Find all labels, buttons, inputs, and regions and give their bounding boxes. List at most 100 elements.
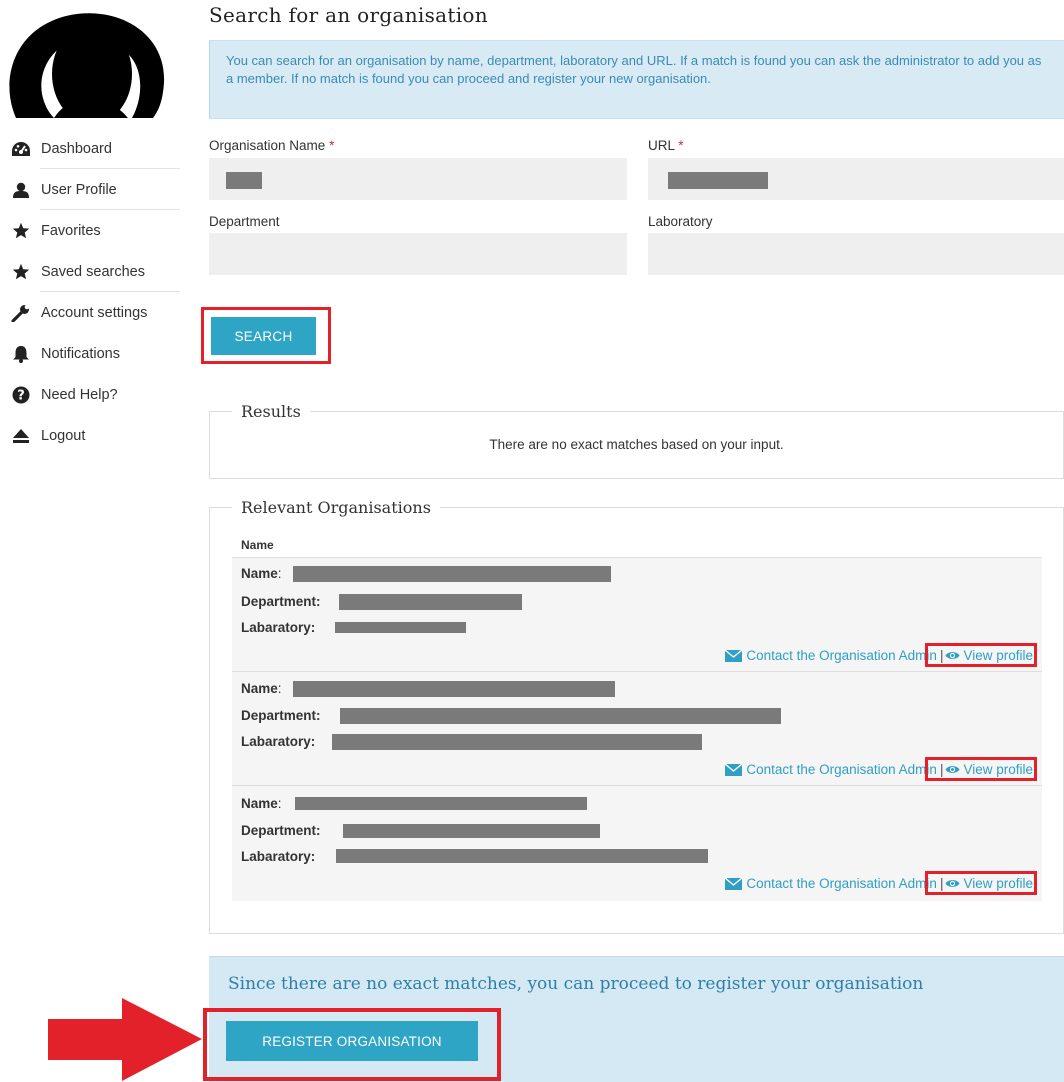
laboratory-field-label: Labaratory: (241, 849, 316, 864)
sidebar-item-dashboard[interactable]: Dashboard (0, 128, 180, 169)
org-department-field: Department: (241, 823, 321, 838)
redacted-value (335, 622, 466, 633)
sidebar-nav: Dashboard User Profile Favorites Saved s… (0, 128, 180, 456)
envelope-icon (725, 877, 743, 890)
view-profile-label: View profile (963, 648, 1033, 663)
bell-icon (11, 345, 31, 363)
laboratory-field-label: Labaratory: (241, 734, 316, 749)
user-icon (11, 181, 31, 199)
redacted-value (295, 797, 587, 810)
sidebar-item-label: Dashboard (41, 140, 112, 157)
view-profile-link[interactable]: View profile (945, 648, 1033, 663)
page-title: Search for an organisation (209, 3, 488, 27)
department-field-label: Department: (241, 823, 321, 838)
laboratory-label: Laboratory (648, 214, 713, 229)
star-icon (11, 222, 31, 240)
sidebar-item-logout[interactable]: Logout (0, 415, 180, 456)
avatar (6, 12, 170, 118)
org-name-label-text: Organisation Name (209, 138, 326, 153)
view-profile-link[interactable]: View profile (945, 876, 1033, 891)
eject-icon (11, 427, 31, 445)
org-department-field: Department: (241, 594, 321, 609)
sidebar-item-notifications[interactable]: Notifications (0, 333, 180, 374)
redacted-value (339, 594, 522, 610)
sidebar-item-label: Favorites (41, 222, 101, 239)
row-actions: Contact the Organisation Admin | View pr… (725, 876, 1033, 891)
organisation-row: Name: Department: Labaratory: Contact th… (232, 557, 1042, 672)
url-input[interactable] (648, 158, 1064, 200)
results-legend: Results (241, 402, 301, 421)
required-mark: * (329, 138, 335, 153)
view-profile-label: View profile (963, 762, 1033, 777)
contact-admin-label: Contact the Organisation Admin (746, 876, 937, 891)
name-field-label: Name (241, 566, 278, 581)
search-button[interactable]: SEARCH (211, 317, 316, 355)
department-label: Department (209, 214, 280, 229)
row-actions: Contact the Organisation Admin | View pr… (725, 762, 1033, 777)
contact-admin-link[interactable]: Contact the Organisation Admin (725, 648, 937, 663)
contact-admin-link[interactable]: Contact the Organisation Admin (725, 876, 937, 891)
register-organisation-button[interactable]: REGISTER ORGANISATION (226, 1021, 478, 1061)
sidebar-item-label: Logout (41, 427, 86, 444)
org-laboratory-field: Labaratory: (241, 849, 315, 864)
url-label-text: URL (648, 138, 675, 153)
sidebar-item-need-help[interactable]: ? Need Help? (0, 374, 180, 415)
org-laboratory-field: Labaratory: (241, 734, 315, 749)
required-mark: * (678, 138, 684, 153)
column-header-name: Name (241, 538, 274, 552)
sidebar-item-label: Account settings (41, 304, 148, 321)
sidebar-item-account-settings[interactable]: Account settings (0, 292, 180, 333)
sidebar-item-label: User Profile (41, 181, 117, 198)
org-name-input[interactable] (209, 158, 627, 200)
relevant-legend: Relevant Organisations (241, 498, 431, 517)
arrow-right-icon (48, 998, 202, 1081)
eye-icon (945, 766, 960, 773)
sidebar-item-user-profile[interactable]: User Profile (0, 169, 180, 210)
sidebar-item-saved-searches[interactable]: Saved searches (0, 251, 180, 292)
question-icon: ? (11, 386, 31, 404)
svg-text:?: ? (17, 388, 25, 403)
contact-admin-label: Contact the Organisation Admin (746, 648, 937, 663)
register-message: Since there are no exact matches, you ca… (228, 974, 924, 994)
redacted-value (293, 681, 615, 697)
sidebar-item-label: Saved searches (41, 263, 145, 280)
org-name-field: Name: (241, 566, 282, 581)
laboratory-field-label: Labaratory: (241, 620, 316, 635)
row-actions: Contact the Organisation Admin | View pr… (725, 648, 1033, 663)
envelope-icon (725, 763, 743, 776)
sidebar-item-favorites[interactable]: Favorites (0, 210, 180, 251)
separator: | (939, 762, 944, 777)
org-name-field: Name: (241, 681, 282, 696)
name-field-label: Name (241, 796, 278, 811)
envelope-icon (725, 649, 743, 662)
redacted-value (336, 849, 708, 863)
view-profile-link[interactable]: View profile (945, 762, 1033, 777)
laboratory-input[interactable] (648, 233, 1064, 275)
view-profile-label: View profile (963, 876, 1033, 891)
eye-icon (945, 652, 960, 659)
redacted-value (343, 824, 600, 838)
redacted-value (340, 708, 781, 724)
department-field-label: Department: (241, 594, 321, 609)
department-input[interactable] (209, 233, 627, 275)
contact-admin-label: Contact the Organisation Admin (746, 762, 937, 777)
org-department-field: Department: (241, 708, 321, 723)
redacted-value (332, 734, 702, 750)
separator: | (939, 876, 944, 891)
organisation-row: Name: Department: Labaratory: Contact th… (232, 671, 1042, 786)
sidebar-item-label: Need Help? (41, 386, 118, 403)
org-name-field: Name: (241, 796, 282, 811)
redacted-value (668, 172, 768, 189)
star-icon (11, 263, 31, 281)
dashboard-icon (11, 140, 31, 158)
organisation-row: Name: Department: Labaratory: Contact th… (232, 785, 1042, 901)
name-field-label: Name (241, 681, 278, 696)
contact-admin-link[interactable]: Contact the Organisation Admin (725, 762, 937, 777)
redacted-value (293, 566, 611, 582)
url-label: URL * (648, 138, 684, 153)
separator: | (939, 648, 944, 663)
eye-icon (945, 880, 960, 887)
org-name-label: Organisation Name * (209, 138, 334, 153)
no-results-message: There are no exact matches based on your… (489, 437, 784, 452)
org-laboratory-field: Labaratory: (241, 620, 315, 635)
